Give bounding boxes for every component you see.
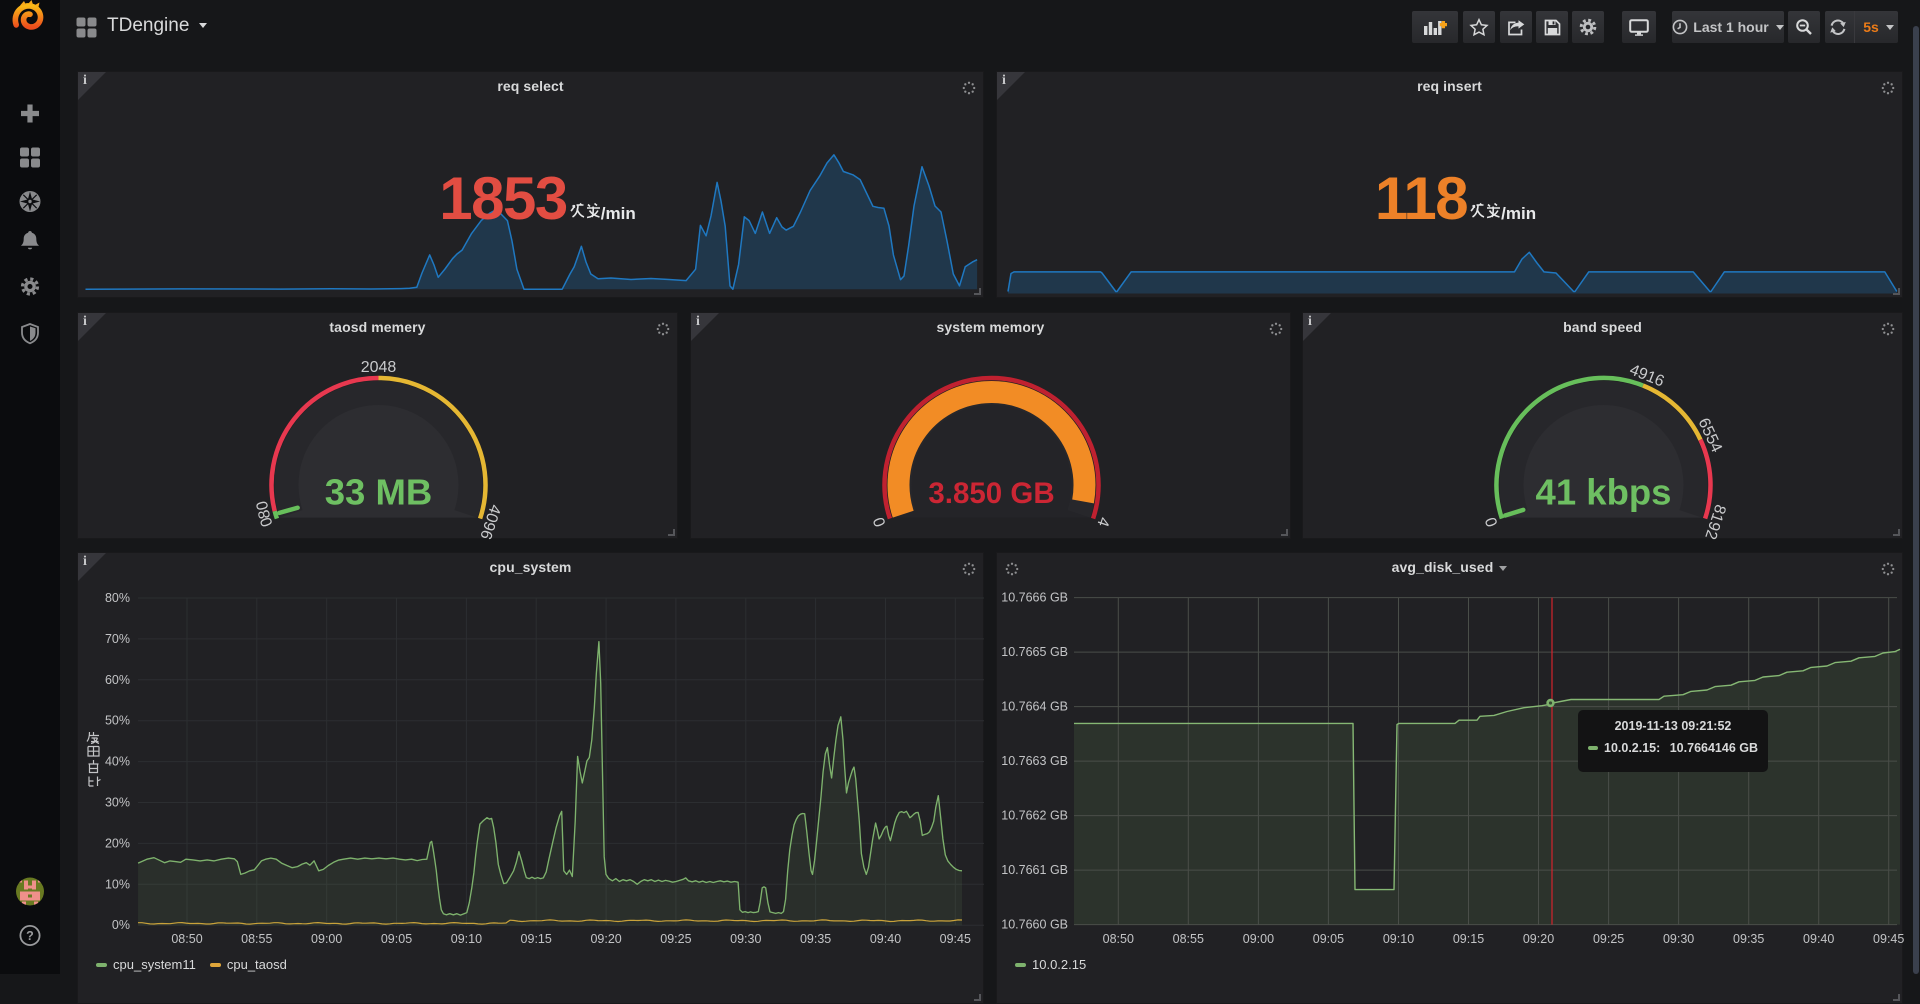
svg-text:09:30: 09:30: [730, 932, 761, 946]
svg-text:10%: 10%: [105, 877, 130, 891]
svg-text:09:35: 09:35: [800, 932, 831, 946]
svg-text:8192: 8192: [1701, 502, 1728, 540]
svg-text:09:15: 09:15: [521, 932, 552, 946]
svg-text:09:05: 09:05: [381, 932, 412, 946]
svg-text:20%: 20%: [105, 836, 130, 850]
svg-text:10.7661 GB: 10.7661 GB: [1001, 863, 1068, 877]
svg-text:09:10: 09:10: [451, 932, 482, 946]
svg-text:09:05: 09:05: [1313, 932, 1344, 946]
svg-text:2048: 2048: [361, 359, 397, 376]
svg-text:10.7666 GB: 10.7666 GB: [1001, 591, 1068, 605]
svg-text:09:40: 09:40: [870, 932, 901, 946]
svg-text:10.7664 GB: 10.7664 GB: [1001, 700, 1068, 714]
svg-text:50%: 50%: [105, 714, 130, 728]
svg-text:10.7663 GB: 10.7663 GB: [1001, 754, 1068, 768]
svg-text:09:00: 09:00: [311, 932, 342, 946]
svg-text:70%: 70%: [105, 632, 130, 646]
svg-text:0: 0: [871, 515, 890, 529]
svg-text:09:10: 09:10: [1383, 932, 1414, 946]
svg-text:60%: 60%: [105, 673, 130, 687]
svg-text:4: 4: [1093, 515, 1112, 529]
svg-text:08:50: 08:50: [1103, 932, 1134, 946]
svg-text:09:45: 09:45: [940, 932, 971, 946]
svg-text:09:20: 09:20: [1523, 932, 1554, 946]
svg-text:80%: 80%: [105, 591, 130, 605]
svg-text:08:55: 08:55: [241, 932, 272, 946]
svg-text:10.7660 GB: 10.7660 GB: [1001, 918, 1068, 932]
svg-text:3.850 GB: 3.850 GB: [928, 477, 1054, 510]
svg-text:4096: 4096: [476, 502, 503, 540]
svg-text:30%: 30%: [105, 796, 130, 810]
svg-text:08:55: 08:55: [1173, 932, 1204, 946]
svg-text:09:35: 09:35: [1733, 932, 1764, 946]
svg-text:08:50: 08:50: [171, 932, 202, 946]
svg-text:33 MB: 33 MB: [325, 472, 433, 513]
svg-text:09:25: 09:25: [1593, 932, 1624, 946]
svg-text:0: 0: [1483, 515, 1502, 529]
svg-text:09:25: 09:25: [660, 932, 691, 946]
svg-text:09:20: 09:20: [590, 932, 621, 946]
svg-text:10.7662 GB: 10.7662 GB: [1001, 809, 1068, 823]
svg-text:40%: 40%: [105, 755, 130, 769]
svg-text:?: ?: [26, 929, 34, 943]
svg-text:09:00: 09:00: [1243, 932, 1274, 946]
svg-text:09:15: 09:15: [1453, 932, 1484, 946]
svg-text:09:40: 09:40: [1803, 932, 1834, 946]
svg-text:0%: 0%: [112, 918, 130, 932]
svg-text:10.7665 GB: 10.7665 GB: [1001, 645, 1068, 659]
svg-text:09:45: 09:45: [1873, 932, 1904, 946]
svg-text:09:30: 09:30: [1663, 932, 1694, 946]
svg-text:41 kbps: 41 kbps: [1536, 472, 1672, 513]
